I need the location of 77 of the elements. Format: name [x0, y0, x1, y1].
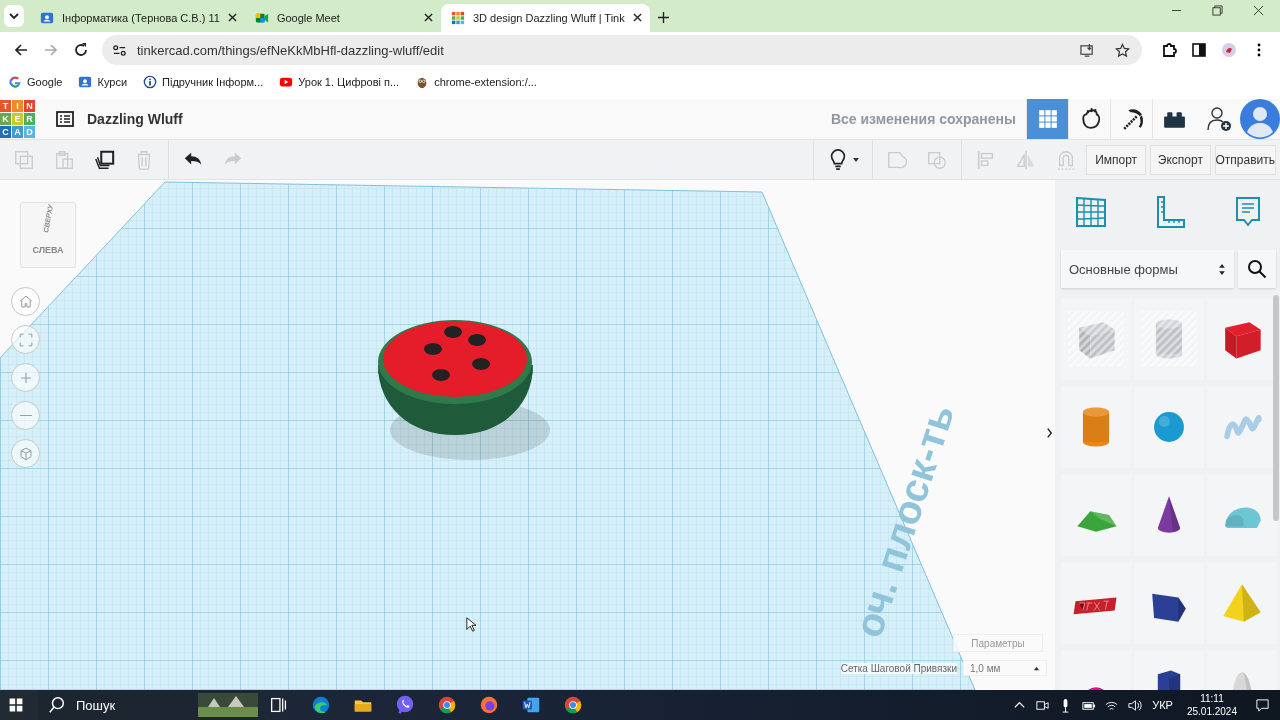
snap-grid-dropdown[interactable]: 1,0 мм	[963, 660, 1047, 676]
classroom-icon	[40, 10, 54, 25]
caret-icon	[1033, 664, 1040, 672]
stacked-squares-icon[interactable]	[93, 148, 115, 171]
clock-date[interactable]: 25.01.2024	[1186, 705, 1237, 718]
design-title[interactable]: Dazzling Wluff	[87, 111, 183, 127]
workplane-grid-icon[interactable]	[1073, 194, 1109, 230]
toolbar-button[interactable]: Отправить	[1214, 144, 1276, 175]
reload-icon[interactable]	[73, 42, 89, 59]
colored-grid-icon	[450, 10, 465, 25]
taskbar-search-field[interactable]: Пошук	[38, 690, 258, 720]
bookmark-label[interactable]: Підручник Інформ...	[162, 76, 264, 89]
viber-icon[interactable]	[394, 694, 416, 716]
tab-title: 3D design Dazzling Wluff | Tink	[472, 11, 625, 24]
bookmark-label[interactable]: chrome-extension:/...	[434, 76, 537, 89]
tab-title: Google Meet	[276, 11, 341, 24]
chevron-right-icon[interactable]	[1046, 426, 1053, 440]
install-app-icon[interactable]	[1080, 42, 1095, 58]
bookmark-link[interactable]: Курси	[78, 75, 128, 90]
watermelon-model[interactable]	[378, 320, 550, 460]
toolbar-button[interactable]: Экспорт	[1150, 144, 1211, 175]
logo[interactable]: T I N K E R C A D	[0, 100, 35, 138]
new-tab-icon[interactable]	[657, 11, 669, 23]
close-icon[interactable]	[423, 13, 433, 23]
tab-search-button[interactable]	[4, 4, 24, 27]
search-placeholder: Пошук	[76, 697, 117, 713]
side-panel-icon[interactable]	[1191, 42, 1207, 59]
bookmark-label[interactable]: Курси	[97, 76, 128, 89]
windows-start-icon[interactable]	[8, 697, 24, 713]
bookmark-link[interactable]: Підручник Інформ...	[143, 75, 264, 90]
caret-icon[interactable]	[852, 155, 860, 164]
firefox-icon[interactable]	[478, 694, 500, 716]
address-bar[interactable]: tinkercad.com/things/efNeKkMbHfl-dazzling-wluff/edit	[102, 35, 1142, 66]
minus-icon	[19, 414, 32, 417]
close-icon[interactable]	[632, 13, 642, 23]
user-avatar[interactable]	[1240, 99, 1280, 139]
restore-icon[interactable]	[1212, 5, 1223, 17]
site-settings-icon[interactable]	[112, 42, 127, 58]
browser-tab[interactable]: Google Meet	[244, 3, 441, 32]
save-status: Все изменения сохранены	[830, 111, 1016, 127]
close-icon[interactable]	[1253, 5, 1264, 17]
edge-icon[interactable]	[310, 694, 332, 716]
snap-grid-label: Сетка Шаговой Привязки	[840, 662, 957, 674]
sort-arrows-icon	[1218, 262, 1226, 276]
profile-avatar-icon[interactable]	[1221, 42, 1237, 59]
bookmark-label[interactable]: Google	[27, 76, 63, 89]
volume-icon[interactable]	[1127, 697, 1143, 713]
bookmark-link[interactable]: Урок 1. Цифрові п...	[279, 75, 400, 90]
view-cube-label: СЛЕВА	[32, 245, 64, 256]
mouse-pointer-icon	[466, 617, 476, 632]
landscape-thumbnail[interactable]	[198, 693, 258, 717]
tab-title: Інформатика (Тернова С.В.) 11	[62, 11, 220, 24]
search-button[interactable]	[1238, 250, 1276, 288]
close-icon[interactable]	[227, 13, 237, 23]
bookmark-link[interactable]: chrome-extension:/...	[415, 75, 537, 90]
star-icon[interactable]	[1115, 42, 1130, 58]
design-list-icon[interactable]	[55, 109, 75, 129]
language-indicator[interactable]: УКР	[1152, 699, 1173, 711]
bookmark-label[interactable]: Урок 1. Цифрові п...	[298, 76, 400, 89]
google-g-icon	[8, 75, 22, 90]
puzzle-icon[interactable]	[1161, 42, 1177, 59]
chrome-icon[interactable]	[436, 694, 458, 716]
notifications-icon[interactable]	[1255, 697, 1270, 713]
toolbar-button[interactable]: Импорт	[1086, 144, 1147, 175]
browser-tab[interactable]: 3D design Dazzling Wluff | Tink	[440, 3, 650, 32]
add-user-icon[interactable]	[1206, 106, 1232, 132]
clock-time[interactable]: 11:11	[1200, 692, 1224, 705]
shape-category-dropdown[interactable]: Основные формы	[1061, 250, 1234, 288]
info-icon	[143, 75, 158, 90]
browser-tab[interactable]: Інформатика (Тернова С.В.) 11	[30, 3, 245, 32]
bookmark-link[interactable]: Google	[8, 75, 63, 90]
search-icon	[48, 696, 66, 714]
chrome-icon[interactable]	[562, 694, 584, 716]
url-text: tinkercad.com/things/efNeKkMbHfl-dazzling-wluff/edit	[137, 42, 445, 58]
scrollbar[interactable]	[1273, 295, 1279, 521]
classroom-icon	[78, 75, 93, 90]
search-icon	[1247, 259, 1267, 279]
